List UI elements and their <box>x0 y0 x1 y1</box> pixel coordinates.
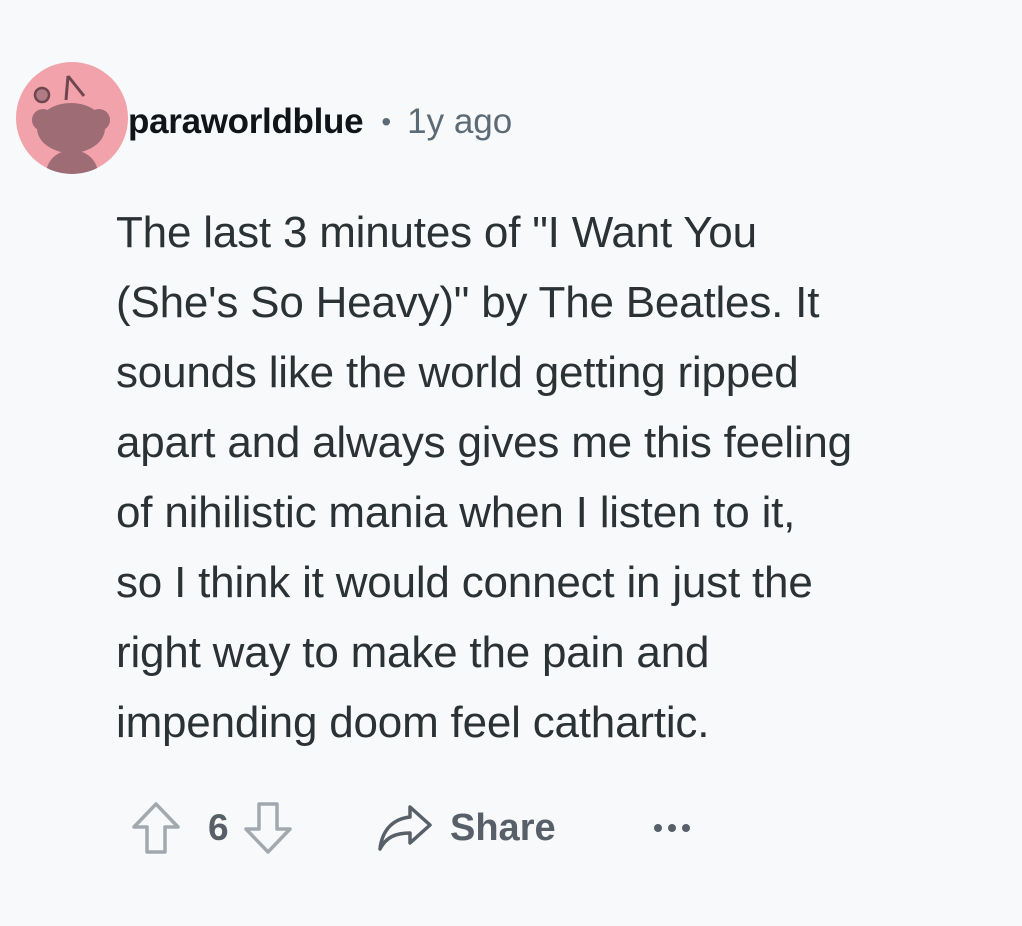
meta-separator: • <box>381 106 392 137</box>
comment-action-bar: 6 Share <box>126 796 692 860</box>
avatar[interactable] <box>16 62 128 174</box>
comment-meta: paraworldblue • 1y ago <box>128 98 512 146</box>
share-button[interactable]: Share <box>376 803 556 853</box>
comment-body-line: (She's So Heavy)" by The Beatles. It <box>116 278 820 327</box>
share-label: Share <box>450 806 556 849</box>
snoo-avatar-icon <box>32 75 110 174</box>
share-arrow-icon <box>378 805 432 851</box>
arrow-down-outline-icon <box>244 802 292 854</box>
comment-body-line: right way to make the pain and <box>116 628 710 677</box>
comment-body-line: impending doom feel cathartic. <box>116 698 710 747</box>
username-link[interactable]: paraworldblue <box>128 102 364 142</box>
comment-body-line: The last 3 minutes of "I Want You <box>116 208 757 257</box>
vote-count: 6 <box>208 807 229 848</box>
timestamp[interactable]: 1y ago <box>407 102 512 142</box>
comment-body-line: of nihilistic mania when I listen to it, <box>116 488 796 537</box>
arrow-up-outline-icon <box>132 802 180 854</box>
upvote-button[interactable] <box>126 798 186 858</box>
comment: paraworldblue • 1y ago The last 3 minute… <box>0 0 1022 926</box>
downvote-button[interactable] <box>238 798 298 858</box>
ellipsis-icon <box>653 824 690 832</box>
comment-body-line: so I think it would connect in just the <box>116 558 813 607</box>
comment-body-line: sounds like the world getting ripped <box>116 348 799 397</box>
comment-body: The last 3 minutes of "I Want You (She's… <box>116 198 996 758</box>
comment-body-line: apart and always gives me this feeling <box>116 418 852 467</box>
more-options-button[interactable] <box>652 798 692 858</box>
